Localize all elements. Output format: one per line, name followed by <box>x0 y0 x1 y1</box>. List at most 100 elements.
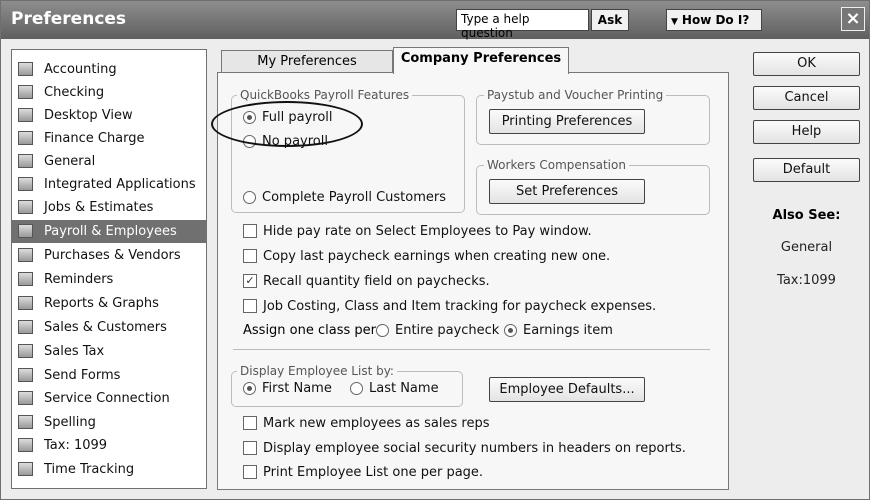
sidebar-item-desktop-view[interactable]: Desktop View <box>12 104 206 127</box>
radio-icon <box>243 191 256 204</box>
service-connection-icon <box>18 391 33 405</box>
sidebar-item-label: Desktop View <box>44 108 133 123</box>
set-preferences-button[interactable]: Set Preferences <box>489 179 645 204</box>
checkbox-label: Recall quantity field on paychecks. <box>263 274 490 289</box>
sidebar-item-label: Service Connection <box>44 391 170 406</box>
reminders-icon <box>18 272 33 286</box>
tab-company-preferences[interactable]: Company Preferences <box>393 47 569 74</box>
sidebar-item-label: General <box>44 154 96 169</box>
help-question-input[interactable]: Type a help question <box>456 9 589 40</box>
checkbox-label: Copy last paycheck earnings when creatin… <box>263 249 611 264</box>
separator <box>233 349 710 350</box>
ok-button[interactable]: OK <box>753 52 860 76</box>
checkmark-icon: ✓ <box>243 274 257 288</box>
title-bar: Preferences Type a help question Ask ▼ Ho… <box>1 1 869 40</box>
sidebar-item-payroll-employees[interactable]: Payroll & Employees <box>12 220 206 243</box>
sidebar-item-accounting[interactable]: Accounting <box>12 58 206 81</box>
employee-defaults-button[interactable]: Employee Defaults... <box>489 377 645 402</box>
sales-tax-icon <box>18 344 33 358</box>
sidebar-item-label: Finance Charge <box>44 131 145 146</box>
triangle-down-icon: ▼ <box>671 17 678 27</box>
sidebar-item-reminders[interactable]: Reminders <box>12 268 206 291</box>
tax-1099-icon <box>18 438 33 452</box>
also-see-tax1099-link[interactable]: Tax:1099 <box>753 273 860 288</box>
send-forms-icon <box>18 368 33 382</box>
radio-label: Complete Payroll Customers <box>262 190 446 205</box>
sidebar-item-time-tracking[interactable]: Time Tracking <box>12 458 206 481</box>
radio-label: First Name <box>262 381 332 396</box>
sidebar-item-label: Accounting <box>44 62 117 77</box>
also-see-general-link[interactable]: General <box>753 240 860 255</box>
sidebar-item-purchases-vendors[interactable]: Purchases & Vendors <box>12 244 206 267</box>
also-see-title: Also See: <box>772 208 841 223</box>
checkbox-icon <box>243 249 257 263</box>
sidebar-item-label: Time Tracking <box>44 462 135 477</box>
radio-selected-icon <box>243 382 256 395</box>
radio-selected-icon <box>504 324 517 337</box>
display-employee-list-title: Display Employee List by: <box>237 364 397 378</box>
reports-icon <box>18 296 33 310</box>
default-button[interactable]: Default <box>753 158 860 182</box>
sidebar-item-checking[interactable]: Checking <box>12 81 206 104</box>
radio-icon <box>376 324 389 337</box>
tab-my-preferences[interactable]: My Preferences <box>221 50 393 73</box>
radio-label: Earnings item <box>523 323 613 338</box>
integrated-apps-icon <box>18 177 33 191</box>
sidebar-item-general[interactable]: General <box>12 150 206 173</box>
checkbox-icon <box>243 465 257 479</box>
checkbox-label: Job Costing, Class and Item tracking for… <box>263 299 657 314</box>
sidebar-item-jobs-estimates[interactable]: Jobs & Estimates <box>12 196 206 219</box>
sidebar-item-label: Send Forms <box>44 368 121 383</box>
sidebar-item-label: Sales Tax <box>44 344 105 359</box>
radio-label: Last Name <box>369 381 439 396</box>
close-button[interactable]: × <box>841 7 865 31</box>
sidebar-item-label: Jobs & Estimates <box>44 200 154 215</box>
sidebar-item-sales-customers[interactable]: Sales & Customers <box>12 316 206 339</box>
cancel-button[interactable]: Cancel <box>753 86 860 110</box>
general-icon <box>18 154 33 168</box>
checking-icon <box>18 85 33 99</box>
assign-class-label: Assign one class per <box>243 323 376 338</box>
checkbox-icon <box>243 299 257 313</box>
checkbox-icon <box>243 224 257 238</box>
sidebar-item-send-forms[interactable]: Send Forms <box>12 364 206 387</box>
checkbox-icon <box>243 441 257 455</box>
sidebar-item-label: Sales & Customers <box>44 320 167 335</box>
spelling-icon <box>18 415 33 429</box>
sidebar-item-label: Payroll & Employees <box>44 224 177 239</box>
sales-customers-icon <box>18 320 33 334</box>
radio-label: Entire paycheck <box>395 323 500 338</box>
checkbox-label: Print Employee List one per page. <box>263 465 484 480</box>
sidebar-item-service-connection[interactable]: Service Connection <box>12 387 206 410</box>
sidebar-item-label: Reports & Graphs <box>44 296 159 311</box>
finance-charge-icon <box>18 131 33 145</box>
highlight-ellipse <box>211 101 363 147</box>
preferences-window: Preferences Type a help question Ask ▼ Ho… <box>0 0 870 500</box>
sidebar-item-sales-tax[interactable]: Sales Tax <box>12 340 206 363</box>
radio-icon <box>350 382 363 395</box>
help-button[interactable]: Help <box>753 120 860 144</box>
paystub-printing-title: Paystub and Voucher Printing <box>484 88 667 102</box>
sidebar-item-reports-graphs[interactable]: Reports & Graphs <box>12 292 206 315</box>
printing-preferences-button[interactable]: Printing Preferences <box>489 109 645 134</box>
how-do-i-button[interactable]: ▼ How Do I? <box>666 9 762 31</box>
window-title: Preferences <box>11 9 127 29</box>
sidebar-item-label: Tax: 1099 <box>44 438 108 453</box>
sidebar-item-label: Reminders <box>44 272 114 287</box>
sidebar-item-label: Integrated Applications <box>44 177 196 192</box>
purchases-icon <box>18 248 33 262</box>
accounting-icon <box>18 62 33 76</box>
ask-button[interactable]: Ask <box>591 9 629 31</box>
sidebar-item-label: Checking <box>44 85 105 100</box>
sidebar-item-finance-charge[interactable]: Finance Charge <box>12 127 206 150</box>
jobs-estimates-icon <box>18 200 33 214</box>
sidebar-item-label: Spelling <box>44 415 96 430</box>
sidebar-item-spelling[interactable]: Spelling <box>12 411 206 434</box>
checkbox-icon <box>243 416 257 430</box>
desktop-view-icon <box>18 108 33 122</box>
preference-category-list: Accounting Checking Desktop View Finance… <box>11 49 207 489</box>
sidebar-item-tax-1099[interactable]: Tax: 1099 <box>12 434 206 457</box>
sidebar-item-integrated-applications[interactable]: Integrated Applications <box>12 173 206 196</box>
sidebar-item-label: Purchases & Vendors <box>44 248 181 263</box>
payroll-icon <box>18 224 33 238</box>
